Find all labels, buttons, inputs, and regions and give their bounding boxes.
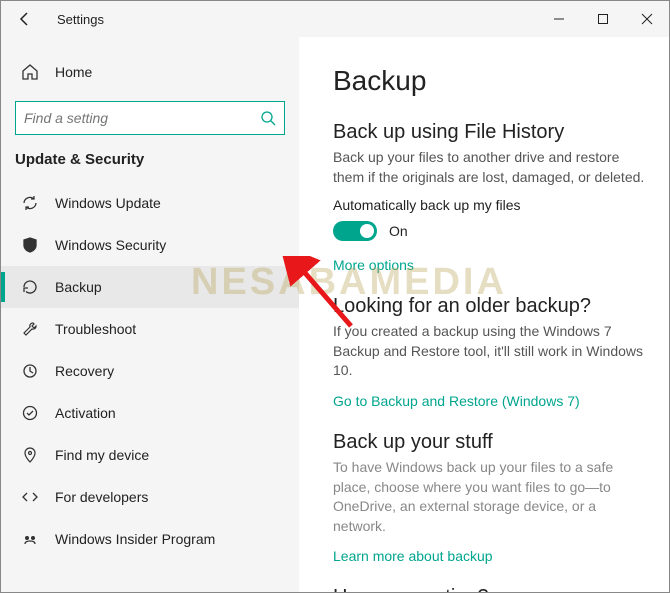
- sidebar-item-label: Recovery: [55, 363, 114, 379]
- more-options-link[interactable]: More options: [333, 257, 414, 273]
- sidebar-item-label: Backup: [55, 279, 102, 295]
- sidebar: Home Update & Security Windows Update Wi…: [1, 37, 299, 592]
- code-icon: [19, 488, 41, 506]
- sidebar-item-insider-program[interactable]: Windows Insider Program: [1, 518, 299, 560]
- sidebar-item-label: Troubleshoot: [55, 321, 136, 337]
- insider-icon: [19, 530, 41, 548]
- section-question-title: Have a question?: [333, 586, 645, 592]
- maximize-button[interactable]: [581, 1, 625, 37]
- sidebar-item-troubleshoot[interactable]: Troubleshoot: [1, 308, 299, 350]
- main-panel: Backup Back up using File History Back u…: [299, 37, 669, 592]
- sidebar-item-find-my-device[interactable]: Find my device: [1, 434, 299, 476]
- sidebar-item-label: Activation: [55, 405, 116, 421]
- location-icon: [19, 446, 41, 464]
- minimize-button[interactable]: [537, 1, 581, 37]
- shield-icon: [19, 236, 41, 254]
- home-button[interactable]: Home: [1, 53, 299, 91]
- sidebar-item-recovery[interactable]: Recovery: [1, 350, 299, 392]
- check-icon: [19, 404, 41, 422]
- sync-icon: [19, 194, 41, 212]
- sidebar-item-label: Find my device: [55, 447, 149, 463]
- page-title: Backup: [333, 65, 645, 97]
- backup-restore-win7-link[interactable]: Go to Backup and Restore (Windows 7): [333, 393, 580, 409]
- auto-backup-toggle[interactable]: [333, 221, 377, 241]
- learn-more-backup-link[interactable]: Learn more about backup: [333, 548, 493, 564]
- wrench-icon: [19, 320, 41, 338]
- close-button[interactable]: [625, 1, 669, 37]
- home-icon: [19, 63, 41, 81]
- sidebar-item-label: Windows Update: [55, 195, 161, 211]
- backup-icon: [19, 278, 41, 296]
- section-file-history-desc: Back up your files to another drive and …: [333, 148, 645, 187]
- sidebar-section-header: Update & Security: [1, 151, 299, 182]
- home-label: Home: [55, 64, 92, 80]
- sidebar-item-windows-security[interactable]: Windows Security: [1, 224, 299, 266]
- section-backup-stuff-title: Back up your stuff: [333, 431, 645, 454]
- sidebar-item-label: Windows Security: [55, 237, 166, 253]
- section-backup-stuff-desc: To have Windows back up your files to a …: [333, 458, 645, 536]
- sidebar-item-label: For developers: [55, 489, 148, 505]
- section-older-backup-title: Looking for an older backup?: [333, 295, 645, 318]
- sidebar-item-windows-update[interactable]: Windows Update: [1, 182, 299, 224]
- recovery-icon: [19, 362, 41, 380]
- titlebar: Settings: [1, 1, 669, 37]
- sidebar-item-for-developers[interactable]: For developers: [1, 476, 299, 518]
- back-button[interactable]: [9, 7, 41, 31]
- section-file-history-title: Back up using File History: [333, 121, 645, 144]
- toggle-state-label: On: [389, 223, 408, 239]
- search-input-container[interactable]: [15, 101, 285, 135]
- section-older-backup-desc: If you created a backup using the Window…: [333, 322, 645, 381]
- sidebar-item-label: Windows Insider Program: [55, 531, 215, 547]
- sidebar-item-backup[interactable]: Backup: [1, 266, 299, 308]
- search-input[interactable]: [24, 110, 260, 126]
- sidebar-item-activation[interactable]: Activation: [1, 392, 299, 434]
- auto-backup-label: Automatically back up my files: [333, 197, 645, 213]
- search-icon: [260, 110, 276, 126]
- window-title: Settings: [41, 12, 104, 27]
